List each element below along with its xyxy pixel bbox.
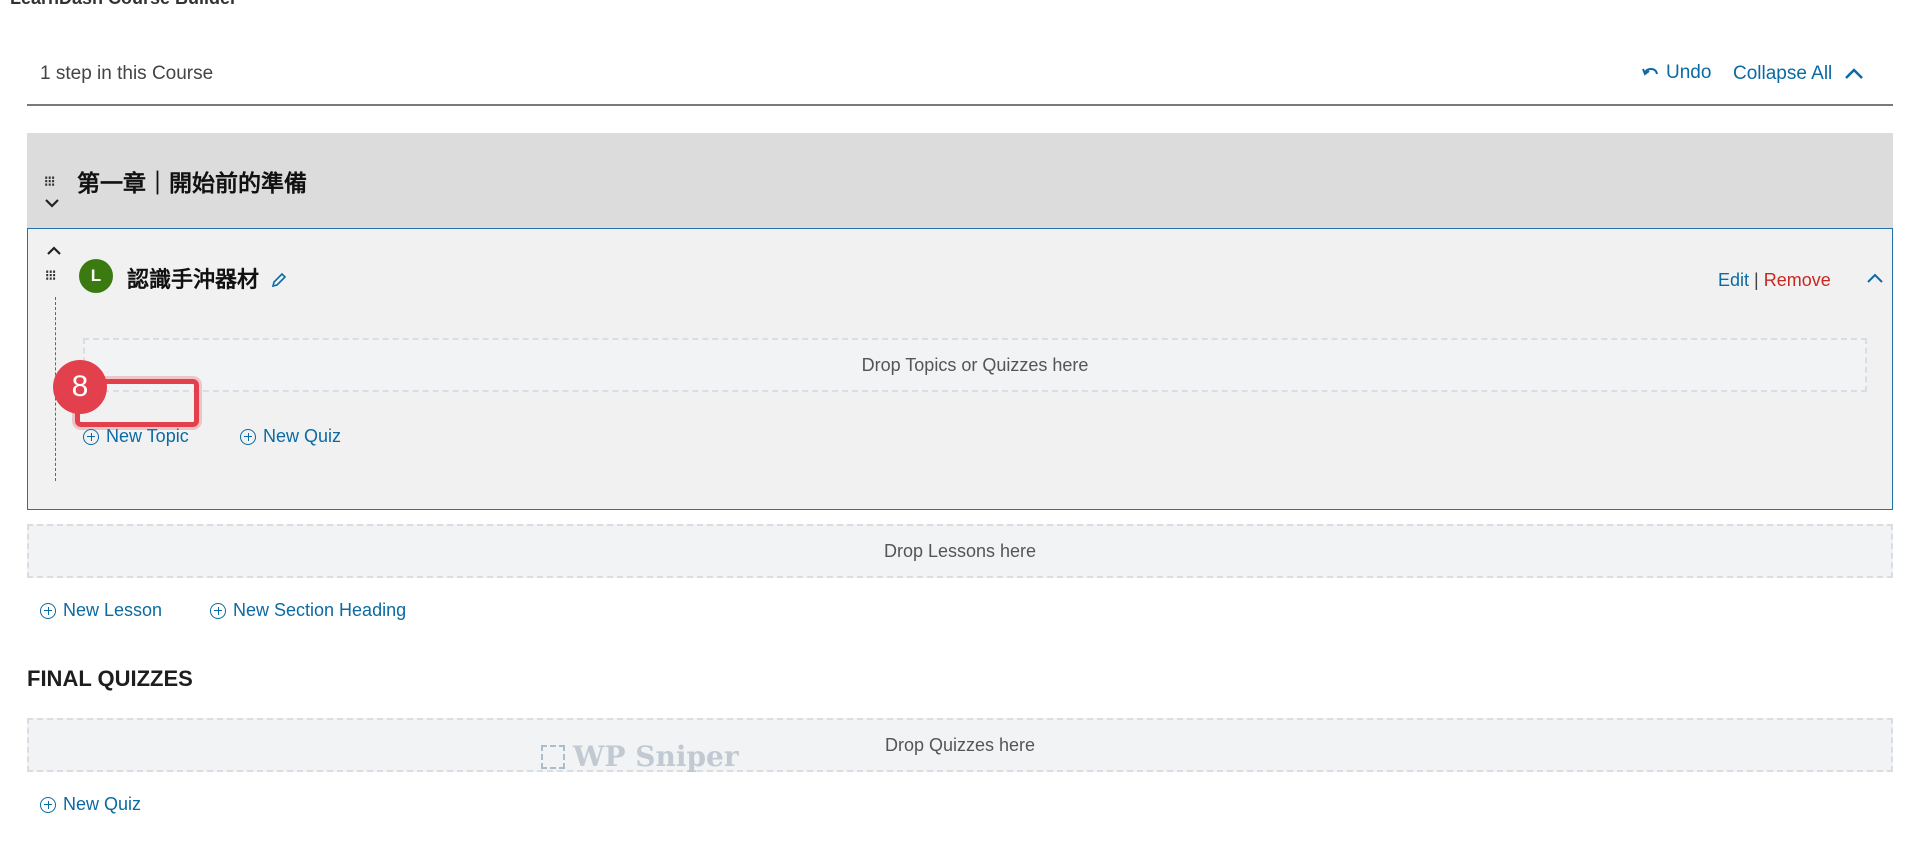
plus-circle-icon xyxy=(40,796,56,813)
new-quiz-button[interactable]: New Quiz xyxy=(240,426,341,447)
new-topic-button[interactable]: New Topic xyxy=(83,426,189,447)
plus-circle-icon xyxy=(40,602,56,619)
quizzes-drop-zone[interactable]: Drop Quizzes here xyxy=(27,718,1893,772)
final-new-quiz-button[interactable]: New Quiz xyxy=(40,794,141,815)
drag-handle-icon[interactable]: ⁝⁝⁝ xyxy=(44,174,55,188)
course-steps-header: 1 step in this Course Undo Collapse All xyxy=(27,50,1893,106)
section-title: 第一章｜開始前的準備 xyxy=(77,170,307,196)
new-lesson-button[interactable]: New Lesson xyxy=(40,600,162,621)
lesson-title: 認識手沖器材 xyxy=(127,262,287,294)
chevron-down-icon[interactable] xyxy=(45,199,59,208)
chevron-up-icon xyxy=(1845,68,1864,79)
watermark-logo-icon xyxy=(541,744,565,769)
undo-button[interactable]: Undo xyxy=(1642,62,1711,84)
lesson-title-text: 認識手沖器材 xyxy=(127,267,260,292)
watermark-text: WP Sniper xyxy=(573,740,739,773)
pencil-edit-icon[interactable] xyxy=(271,272,287,288)
chevron-up-icon[interactable] xyxy=(47,246,61,255)
undo-label: Undo xyxy=(1666,62,1712,83)
undo-icon xyxy=(1642,67,1658,76)
edit-link[interactable]: Edit xyxy=(1718,270,1749,290)
new-section-heading-label: New Section Heading xyxy=(233,600,407,620)
builder-title: LearnDash Course Builder xyxy=(10,0,237,9)
chevron-up-icon[interactable] xyxy=(1867,273,1883,283)
new-topic-label: New Topic xyxy=(106,426,189,446)
watermark: WP Sniper xyxy=(541,740,739,773)
section-heading[interactable]: ⁝⁝⁝ 第一章｜開始前的準備 xyxy=(27,133,1893,228)
drag-handle-icon[interactable]: ⁝⁝⁝ xyxy=(45,268,56,282)
new-quiz-label: New Quiz xyxy=(263,426,342,446)
new-lesson-label: New Lesson xyxy=(63,600,163,620)
plus-circle-icon xyxy=(210,602,226,619)
final-quizzes-heading: FINAL QUIZZES xyxy=(27,666,193,691)
remove-link[interactable]: Remove xyxy=(1764,270,1831,290)
steps-count: 1 step in this Course xyxy=(40,63,214,84)
collapse-all-button[interactable]: Collapse All xyxy=(1733,63,1864,85)
collapse-all-label: Collapse All xyxy=(1733,63,1833,84)
lesson-item: ⁝⁝⁝ L 認識手沖器材 Edit | Remove Drop Topics o… xyxy=(27,228,1893,510)
lesson-type-badge: L xyxy=(79,259,113,293)
lessons-drop-zone[interactable]: Drop Lessons here xyxy=(27,524,1893,578)
lesson-actions: Edit | Remove xyxy=(1718,270,1831,291)
tutorial-step-badge: 8 xyxy=(53,360,107,414)
final-new-quiz-label: New Quiz xyxy=(63,794,142,814)
actions-separator: | xyxy=(1754,270,1759,290)
new-section-heading-button[interactable]: New Section Heading xyxy=(210,600,406,621)
plus-circle-icon xyxy=(240,428,256,445)
plus-circle-icon xyxy=(83,428,99,445)
topics-drop-zone[interactable]: Drop Topics or Quizzes here xyxy=(83,338,1867,392)
